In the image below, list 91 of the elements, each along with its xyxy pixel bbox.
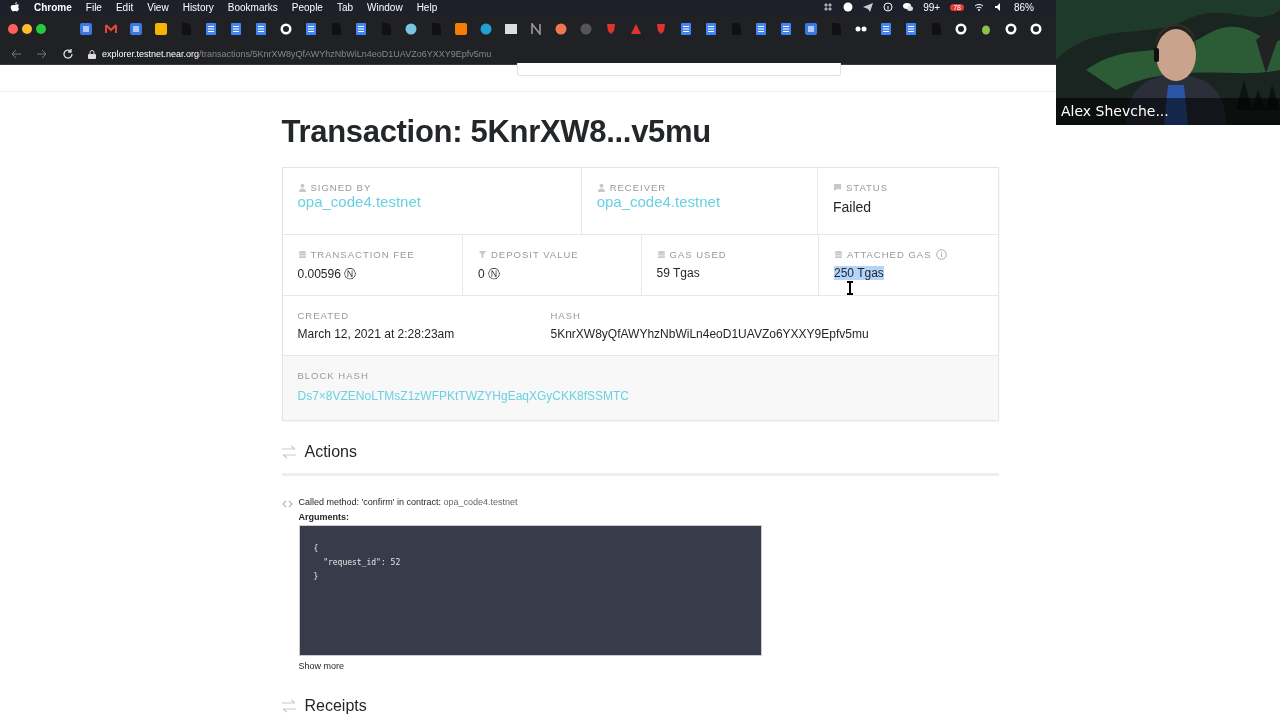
menu-item[interactable]: History <box>182 1 214 13</box>
forward-icon[interactable] <box>36 48 48 60</box>
field-value: 0.00596 Ⓝ <box>297 267 357 281</box>
transaction-hash: 5KnrXW8yQfAWYhzNbWiLn4eoD1UAVZo6YXXY9Epfv5mu <box>550 327 869 341</box>
battery-percent: 86% <box>1014 1 1034 13</box>
minimize-window-icon[interactable] <box>22 24 32 34</box>
menu-app-name[interactable]: Chrome <box>34 1 72 13</box>
document-icon[interactable] <box>680 23 692 35</box>
triangle-icon[interactable] <box>630 23 642 35</box>
contract-link[interactable]: opa_code4.testnet <box>443 497 518 507</box>
document-icon[interactable] <box>205 23 217 35</box>
lock-icon <box>88 49 96 59</box>
github-icon[interactable] <box>1005 23 1017 35</box>
github-icon[interactable] <box>1030 23 1042 35</box>
field-label: STATUS <box>846 182 889 193</box>
coins-icon <box>834 250 843 259</box>
square-icon[interactable] <box>805 23 817 35</box>
close-window-icon[interactable] <box>8 24 18 34</box>
show-more-link[interactable]: Show more <box>298 661 345 671</box>
chat-icon[interactable] <box>903 2 914 12</box>
message-icon <box>833 183 842 192</box>
menu-item[interactable]: Tab <box>336 1 354 13</box>
field-label: BLOCK HASH <box>297 370 369 381</box>
n-logo-icon[interactable] <box>530 23 542 35</box>
document-icon[interactable] <box>880 23 892 35</box>
document-icon[interactable] <box>355 23 367 35</box>
field-label: HASH <box>550 310 581 321</box>
menu-item[interactable]: View <box>147 1 169 13</box>
page-title: Transaction: 5KnrXW8...v5mu <box>281 114 712 150</box>
circle-icon[interactable] <box>843 2 854 12</box>
field-value: 59 Tgas <box>656 266 700 280</box>
document-icon[interactable] <box>755 23 767 35</box>
search-field[interactable] <box>517 63 841 76</box>
swap-arrows-icon <box>280 699 297 713</box>
coins-icon <box>297 250 307 259</box>
person-icon <box>596 183 606 192</box>
menu-item[interactable]: File <box>85 1 102 13</box>
wifi-icon[interactable] <box>974 2 984 12</box>
document-icon[interactable] <box>255 23 267 35</box>
status-value: Failed <box>833 199 873 215</box>
field-label: DEPOSIT VALUE <box>491 249 579 260</box>
menu-item[interactable]: Bookmarks <box>227 1 278 13</box>
notification-count: 99+ <box>923 1 941 13</box>
arguments-code-block: { "request_id": 52 } <box>298 525 762 656</box>
address-url[interactable]: explorer.testnet.near.org/transactions/5KnrXW8yQfAWYhzNbWiLn4eoD1UAVZo6YXXY9Epfv5mu <box>102 49 492 59</box>
mail-icon[interactable] <box>105 23 117 35</box>
square-icon[interactable] <box>80 23 92 35</box>
field-label: RECEIVER <box>609 182 667 193</box>
apple-icon[interactable] <box>10 2 20 12</box>
document-icon[interactable] <box>305 23 317 35</box>
square-icon[interactable] <box>155 23 167 35</box>
menu-item[interactable]: Help <box>416 1 438 13</box>
menu-item[interactable]: Window <box>367 1 403 13</box>
menu-item[interactable]: People <box>291 1 323 13</box>
field-label: GAS USED <box>669 249 727 260</box>
action-description: Called method: 'confirm' in contract: opa_code4.testnet <box>298 497 519 507</box>
created-date: March 12, 2021 at 2:28:23am <box>297 327 456 341</box>
field-value: 0 Ⓝ <box>478 267 501 281</box>
field-label: ATTACHED GAS <box>847 249 932 260</box>
text-cursor-icon <box>846 281 854 295</box>
section-title: Actions <box>304 443 357 461</box>
field-label: CREATED <box>297 310 350 321</box>
github-icon[interactable] <box>955 23 967 35</box>
github-icon[interactable] <box>280 23 292 35</box>
square-icon[interactable] <box>455 23 467 35</box>
person-icon <box>297 183 307 192</box>
participant-name: Alex Shevche... <box>1056 98 1280 125</box>
send-icon[interactable] <box>863 2 874 12</box>
menu-item[interactable]: Edit <box>115 1 134 13</box>
back-icon[interactable] <box>10 48 22 60</box>
document-icon[interactable] <box>905 23 917 35</box>
document-icon[interactable] <box>705 23 717 35</box>
reload-icon[interactable] <box>62 48 74 60</box>
shield-icon[interactable] <box>605 23 617 35</box>
circle-icon[interactable] <box>555 23 567 35</box>
field-label: SIGNED BY <box>310 182 372 193</box>
dropbox-icon[interactable] <box>823 2 834 12</box>
field-label: TRANSACTION FEE <box>310 249 415 260</box>
swap-arrows-icon <box>280 445 297 459</box>
section-title: Receipts <box>304 697 367 715</box>
bug-icon[interactable] <box>980 23 992 35</box>
document-icon[interactable] <box>780 23 792 35</box>
document-icon[interactable] <box>230 23 242 35</box>
maximize-window-icon[interactable] <box>36 24 46 34</box>
field-value: 250 Tgas <box>834 266 884 280</box>
coins-icon <box>656 250 666 259</box>
shield-icon[interactable] <box>655 23 667 35</box>
arguments-label: Arguments: <box>298 512 350 522</box>
funnel-icon <box>478 250 487 259</box>
square-icon[interactable] <box>130 23 142 35</box>
code-icon <box>281 500 293 508</box>
